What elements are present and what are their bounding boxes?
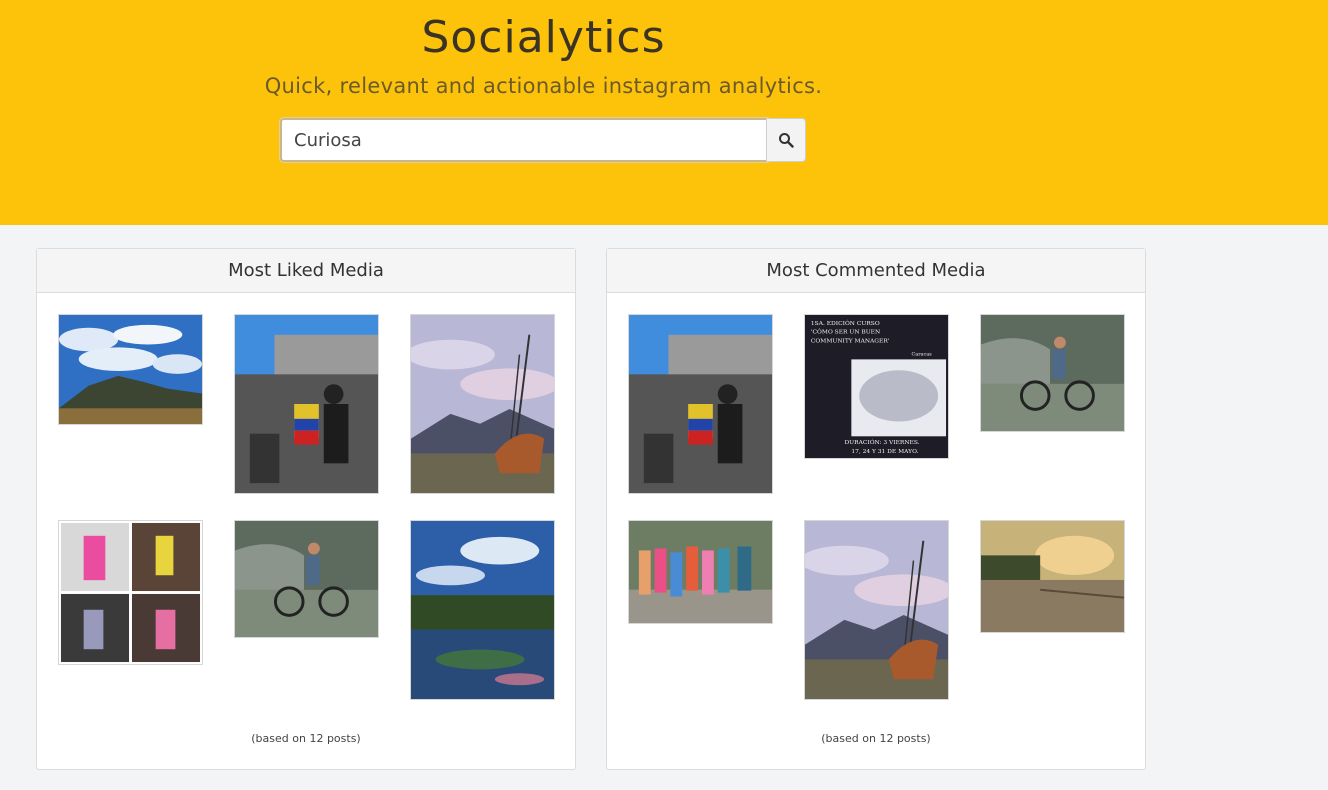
media-thumbnail[interactable]: 1SA. EDICIÓN CURSO 'CÓMO SER UN BUEN COM…	[804, 314, 949, 459]
media-thumbnail[interactable]	[628, 314, 773, 494]
media-thumbnail[interactable]	[410, 520, 555, 700]
flyer-text-line: 1SA. EDICIÓN CURSO	[811, 319, 880, 327]
media-thumbnail[interactable]	[628, 520, 773, 624]
media-thumbnail[interactable]	[804, 520, 949, 700]
search-input[interactable]	[280, 118, 768, 162]
flyer-text-line: Caracas	[912, 351, 933, 357]
panel-title: Most Liked Media	[37, 249, 575, 293]
panel-title: Most Commented Media	[607, 249, 1145, 293]
flyer-text-line: DURACIÓN: 3 VIERNES.	[844, 438, 919, 446]
media-thumbnail[interactable]	[58, 314, 203, 425]
app-subtitle: Quick, relevant and actionable instagram…	[264, 74, 823, 98]
flyer-text-line: COMMUNITY MANAGER'	[811, 339, 890, 345]
search-icon	[779, 133, 794, 148]
posts-count-note: (based on 12 posts)	[251, 732, 361, 745]
flyer-text-line: 'CÓMO SER UN BUEN	[811, 328, 880, 336]
app-title: Socialytics	[421, 12, 666, 63]
most-liked-panel: Most Liked Media (based on 12 posts)	[36, 248, 576, 770]
media-thumbnail[interactable]	[980, 314, 1125, 432]
hero-banner: Socialytics Quick, relevant and actionab…	[0, 0, 1328, 225]
media-thumbnail[interactable]	[58, 520, 203, 665]
most-commented-panel: Most Commented Media 1SA. EDICIÓN CURSO …	[606, 248, 1146, 770]
media-thumbnail[interactable]	[234, 314, 379, 494]
flyer-text-line: 17, 24 Y 31 DE MAYO.	[851, 449, 918, 455]
media-thumbnail[interactable]	[410, 314, 555, 494]
search-button[interactable]	[766, 118, 806, 162]
media-thumbnail[interactable]	[980, 520, 1125, 633]
media-thumbnail[interactable]	[234, 520, 379, 638]
posts-count-note: (based on 12 posts)	[821, 732, 931, 745]
